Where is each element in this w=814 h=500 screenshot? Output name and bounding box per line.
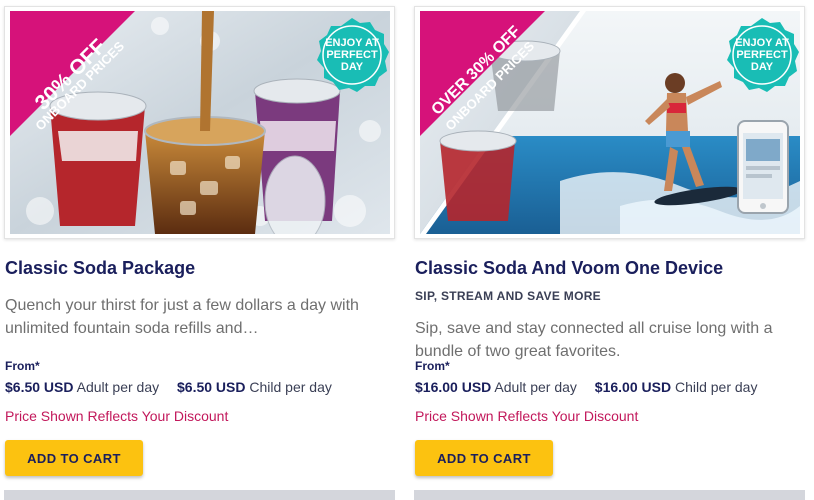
product-title[interactable]: Classic Soda And Voom One Device xyxy=(415,258,723,279)
product-image-frame[interactable]: 30% OFF ONBOARD PRICES ENJOY AT PERFECT … xyxy=(4,6,395,239)
next-card-edge xyxy=(4,490,395,500)
from-label: From* xyxy=(5,359,40,373)
product-title[interactable]: Classic Soda Package xyxy=(5,258,195,279)
product-card-soda-voom[interactable]: OVER 30% OFF ONBOARD PRICES ENJOY AT PER… xyxy=(410,0,810,500)
product-card-soda[interactable]: 30% OFF ONBOARD PRICES ENJOY AT PERFECT … xyxy=(0,0,400,500)
adult-price: $16.00 USD xyxy=(415,379,492,395)
perfect-day-badge: ENJOY AT PERFECT DAY xyxy=(314,17,390,93)
product-description: Quench your thirst for just a few dollar… xyxy=(5,297,359,337)
child-price: $16.00 USD xyxy=(594,379,672,395)
product-image-frame[interactable]: OVER 30% OFF ONBOARD PRICES ENJOY AT PER… xyxy=(414,6,805,239)
child-price: $6.50 USD xyxy=(177,379,246,395)
badge-label: ENJOY AT PERFECT DAY xyxy=(735,37,789,73)
from-label: From* xyxy=(415,359,450,373)
badge-label: ENJOY AT PERFECT DAY xyxy=(325,37,379,73)
price-row: $16.00 USD Adult per day $16.00 USD Chil… xyxy=(415,379,771,395)
next-card-edge xyxy=(414,490,805,500)
adult-price: $6.50 USD xyxy=(5,379,74,395)
adult-unit: Adult per day xyxy=(76,379,160,395)
add-to-cart-button[interactable]: ADD TO CART xyxy=(5,440,143,476)
perfect-day-badge: ENJOY AT PERFECT DAY xyxy=(724,17,800,93)
discount-note: Price Shown Reflects Your Discount xyxy=(415,408,639,424)
product-description: Sip, save and stay connected all cruise … xyxy=(415,320,773,360)
adult-unit: Adult per day xyxy=(494,379,577,395)
product-subtitle: SIP, STREAM AND SAVE MORE xyxy=(415,289,601,303)
add-to-cart-button[interactable]: ADD TO CART xyxy=(415,440,553,476)
child-unit: Child per day xyxy=(249,379,332,395)
child-unit: Child per day xyxy=(674,379,758,395)
price-row: $6.50 USD Adult per day $6.50 USD Child … xyxy=(5,379,346,395)
discount-note: Price Shown Reflects Your Discount xyxy=(5,408,229,424)
